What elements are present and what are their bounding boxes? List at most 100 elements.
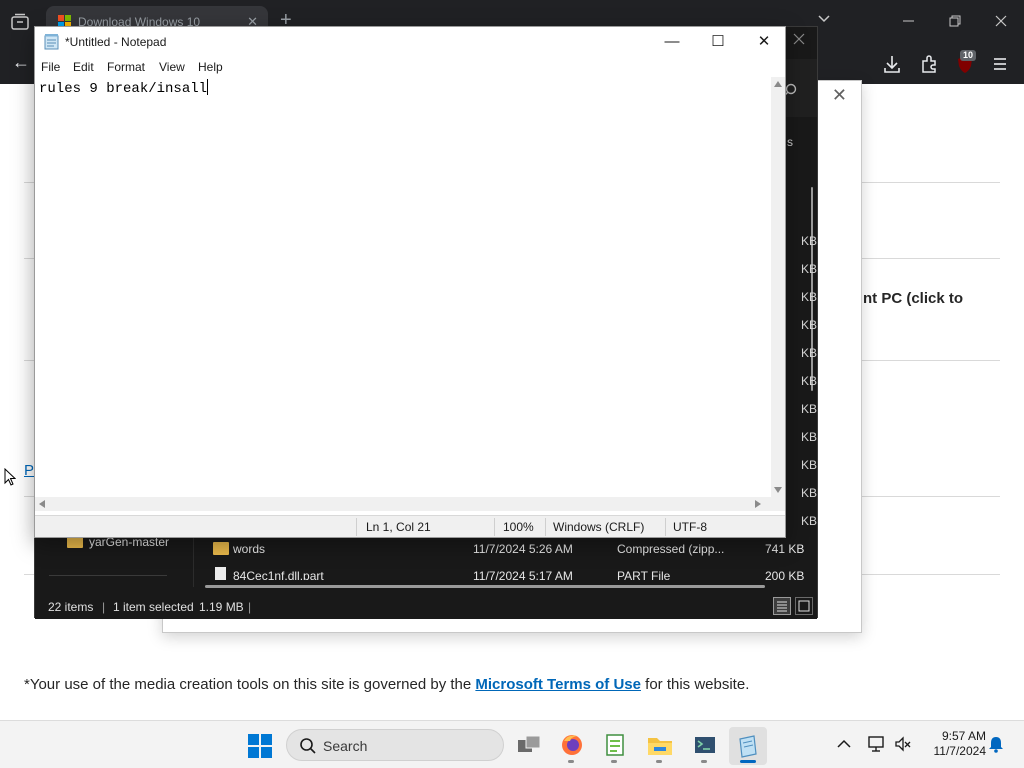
start-button[interactable] [248,734,272,758]
editor-content: rules 9 break/insall [39,81,208,97]
status-divider [494,518,495,536]
file-type: PART File [617,569,671,580]
file-size: 741 KB [765,542,805,556]
browser-restore-icon[interactable] [949,15,961,27]
selected-size: 1.19 MB [199,600,244,614]
editor-text[interactable]: rules 9 break/insall [39,79,209,97]
file-size-fragment: KB [800,290,817,304]
file-size-fragment: KB [800,262,817,276]
menu-view[interactable]: View [159,60,185,74]
status-separator: | [102,600,106,614]
explorer-status-bar: 22 items | 1 item selected 1.19 MB | [35,593,817,619]
file-size-fragment: KB [800,458,817,472]
text-editor[interactable]: rules 9 break/insall [35,77,771,497]
line-ending: Windows (CRLF) [553,520,645,534]
explorer-horizontal-scrollbar[interactable] [205,585,765,588]
file-size-fragment: KB [800,402,817,416]
minimize-button[interactable]: — [649,27,695,57]
back-arrow-icon[interactable]: ← [12,52,30,73]
scroll-left-arrow-icon[interactable] [39,500,45,508]
menu-file[interactable]: File [41,60,60,74]
search-label: Search [323,738,368,754]
file-date: 11/7/2024 5:26 AM [473,542,573,556]
file-size-fragment: KB [800,486,817,500]
size-column: KB KB KB KB KB KB KB KB KB KB KB [787,227,817,535]
taskbar-search-box[interactable]: Search [286,729,504,761]
download-icon[interactable] [882,54,902,74]
notepad-title-bar[interactable]: *Untitled - Notepad — ☐ ✕ [35,27,785,57]
window-title: *Untitled - Notepad [65,35,167,49]
zoom-level: 100% [503,520,534,534]
file-size-fragment: KB [800,374,817,388]
maximize-button[interactable]: ☐ [695,27,741,57]
running-indicator [701,760,707,763]
details-view-icon [777,601,787,612]
task-view-button[interactable] [510,727,548,765]
footnote-text: *Your use of the media creation tools on… [24,676,476,693]
column-header-fragment[interactable]: s [787,135,793,149]
horizontal-scrollbar[interactable] [35,497,771,511]
folder-zip-icon [213,542,229,555]
notepad-status-bar: Ln 1, Col 21 100% Windows (CRLF) UTF-8 [35,515,785,537]
item-count: 22 items [48,600,94,614]
browser-close-icon[interactable] [995,15,1007,27]
tiles-view-icon [798,600,810,612]
file-date: 11/7/2024 5:17 AM [473,569,573,580]
notification-bell-icon[interactable] [988,735,1004,753]
details-view-button[interactable] [773,597,791,615]
page-link-fragment[interactable]: P [24,462,34,479]
scroll-up-arrow-icon[interactable] [774,81,782,87]
taskbar: Search 9:57 AM 11/7/2024 [0,720,1024,768]
extensions-icon[interactable] [919,54,939,74]
file-size-fragment: KB [800,234,817,248]
menu-help[interactable]: Help [198,60,223,74]
browser-minimize-icon[interactable] [903,20,914,22]
taskbar-firefox[interactable] [553,727,591,765]
scroll-right-arrow-icon[interactable] [755,500,761,508]
taskbar-terminal-app[interactable] [686,727,724,765]
file-name: 84Cec1nf.dll.part [233,569,324,580]
search-icon [300,738,316,754]
dialog-close-icon[interactable]: ✕ [832,85,847,106]
file-size-fragment: KB [800,318,817,332]
scroll-corner [771,497,785,511]
close-button[interactable]: ✕ [741,27,787,57]
mouse-pointer-icon [4,468,16,486]
file-row[interactable]: 84Cec1nf.dll.part 11/7/2024 5:17 AM PART… [205,564,805,580]
running-indicator [611,760,617,763]
file-row[interactable]: words 11/7/2024 5:26 AM Compressed (zipp… [205,537,805,561]
windows-logo-icon [248,734,259,745]
status-divider [545,518,546,536]
volume-muted-icon[interactable] [894,735,912,753]
encoding: UTF-8 [673,520,707,534]
cursor-position: Ln 1, Col 21 [366,520,431,534]
show-hidden-icons-chevron-icon[interactable] [837,739,851,749]
menu-format[interactable]: Format [107,60,145,74]
taskbar-file-explorer[interactable] [641,727,679,765]
running-indicator [568,760,574,763]
menu-hamburger-icon[interactable] [990,54,1010,74]
clock-date: 11/7/2024 [933,744,987,758]
system-clock[interactable]: 9:57 AM 11/7/2024 [916,729,987,759]
section-heading-fragment[interactable]: nt PC (click to [863,290,963,307]
active-indicator [740,760,756,763]
terms-of-use-link[interactable]: Microsoft Terms of Use [475,676,641,693]
footnote-text-end: for this website. [640,676,750,693]
notepad-window: *Untitled - Notepad — ☐ ✕ File Edit Form… [34,26,786,538]
taskbar-notepad-plus[interactable] [596,727,634,765]
explorer-close-icon[interactable] [793,33,805,45]
tab-overflow-chevron-icon[interactable] [818,15,830,23]
clock-time: 9:57 AM [941,729,986,743]
status-separator: | [248,600,252,614]
tab-list-icon[interactable] [10,13,30,31]
scroll-down-arrow-icon[interactable] [774,487,782,493]
task-view-icon [518,735,541,752]
tiles-view-button[interactable] [795,597,813,615]
taskbar-notepad[interactable] [729,727,767,765]
file-size-fragment: KB [800,430,817,444]
network-icon[interactable] [868,735,886,753]
status-divider [665,518,666,536]
vertical-scrollbar[interactable] [771,77,785,497]
menu-edit[interactable]: Edit [73,60,94,74]
status-divider [356,518,357,536]
